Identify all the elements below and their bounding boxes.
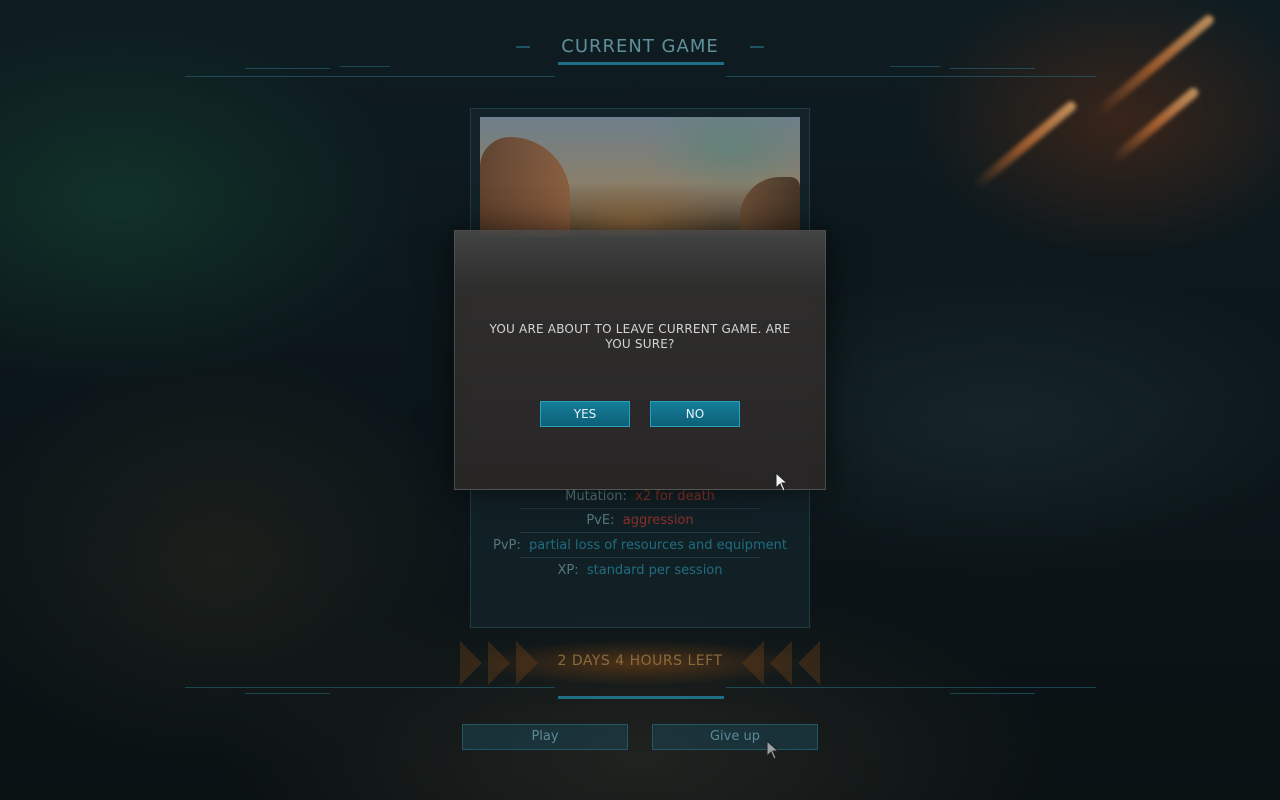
yes-button[interactable]: YES: [540, 401, 630, 427]
hud-accent-segment: [950, 68, 1035, 69]
time-remaining: 2 DAYS 4 HOURS LEFT: [557, 653, 723, 669]
dialog-message: YOU ARE ABOUT TO LEAVE CURRENT GAME. ARE…: [489, 322, 791, 351]
rule-value: aggression: [622, 513, 694, 528]
rule-value: partial loss of resources and equipment: [529, 538, 787, 553]
rule-value: x2 for death: [635, 489, 715, 504]
rule-divider: [520, 557, 760, 558]
page-title: CURRENT GAME: [561, 36, 719, 57]
hud-accent-segment: [245, 693, 330, 694]
rule-label: PvE:: [586, 513, 615, 528]
hud-bottom-line-right: [726, 687, 1096, 688]
rule-mutation: Mutation: x2 for death: [490, 489, 790, 504]
rule-divider: [520, 508, 760, 509]
hud-top-line-left: [185, 76, 555, 77]
hud-accent-segment: [245, 68, 330, 69]
hud-accent-segment: [890, 66, 940, 67]
confirm-leave-dialog: [454, 230, 826, 490]
scene-rock: [480, 137, 570, 237]
background-light-streak: [971, 99, 1079, 191]
rule-pvp: PvP: partial loss of resources and equip…: [490, 538, 790, 553]
hud-accent-segment: [340, 66, 390, 67]
rule-divider: [520, 532, 760, 533]
scene-rock: [740, 177, 800, 237]
timer-underline: [558, 696, 724, 699]
rule-pve: PvE: aggression: [490, 513, 790, 528]
rule-label: Mutation:: [565, 489, 627, 504]
hud-top-line-right: [726, 76, 1096, 77]
rule-label: XP:: [557, 563, 579, 578]
no-button[interactable]: NO: [650, 401, 740, 427]
rule-value: standard per session: [586, 563, 723, 578]
game-scene-image: [480, 117, 800, 237]
rule-xp: XP: standard per session: [490, 563, 790, 578]
hud-accent-segment: [950, 693, 1035, 694]
give-up-button[interactable]: Give up: [652, 724, 818, 750]
background-light-streak: [1094, 12, 1216, 118]
rule-label: PvP:: [493, 538, 521, 553]
play-button[interactable]: Play: [462, 724, 628, 750]
hud-bottom-line-left: [185, 687, 555, 688]
title-underline: [558, 62, 724, 65]
